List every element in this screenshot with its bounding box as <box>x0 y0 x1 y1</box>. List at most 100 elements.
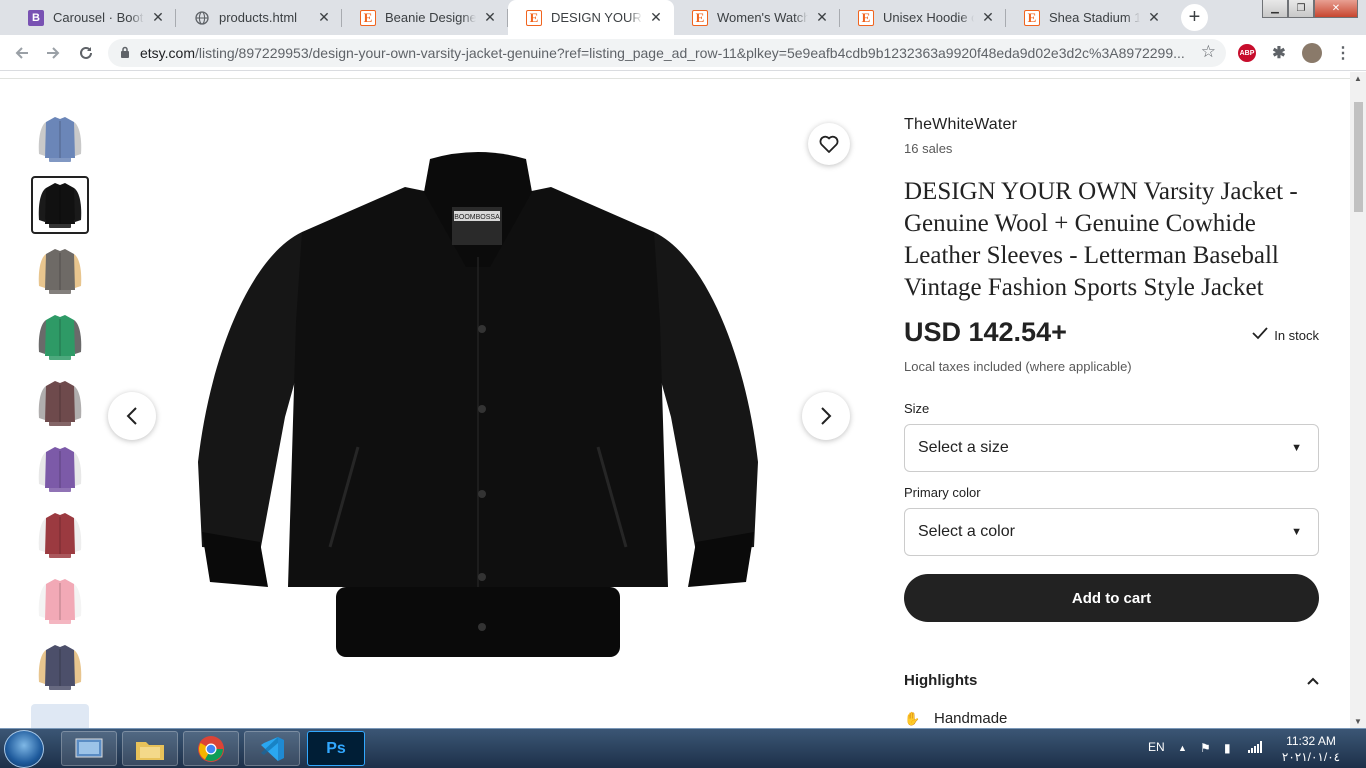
reload-button[interactable] <box>74 41 98 65</box>
tab-title: Carousel · Bootstrap <box>53 10 144 25</box>
tab-title: Shea Stadium 1964 <box>1049 10 1140 25</box>
tab-design-your-own[interactable]: E DESIGN YOUR OWN ✕ <box>508 0 674 35</box>
highlights-toggle[interactable]: Highlights <box>904 672 1319 689</box>
browser-tab-strip: B Carousel · Bootstrap ✕ products.html ✕… <box>0 0 1366 35</box>
tab-products-html[interactable]: products.html ✕ <box>176 0 342 35</box>
url-path: /listing/897229953/design-your-own-varsi… <box>194 45 1185 61</box>
heart-icon <box>819 135 839 153</box>
window-close-button[interactable]: ✕ <box>1314 0 1358 18</box>
sales-count: 16 sales <box>904 141 953 156</box>
close-tab-icon[interactable]: ✕ <box>150 9 166 26</box>
gallery-thumbnail[interactable] <box>31 638 89 696</box>
chevron-up-icon <box>1307 672 1319 689</box>
address-bar[interactable]: etsy.com /listing/897229953/design-your-… <box>108 39 1226 67</box>
etsy-icon: E <box>360 9 376 26</box>
vscode-icon[interactable] <box>244 731 300 766</box>
add-to-cart-button[interactable]: Add to cart <box>904 574 1319 622</box>
tab-carousel-bootstrap[interactable]: B Carousel · Bootstrap ✕ <box>10 0 176 35</box>
file-explorer-icon[interactable] <box>122 731 178 766</box>
highlights-heading: Highlights <box>904 672 978 689</box>
tab-title: products.html <box>219 10 298 25</box>
start-button[interactable] <box>4 730 44 768</box>
system-clock[interactable]: 11:32 AM ٢٠٢١/٠١/٠٤ <box>1280 733 1342 765</box>
chrome-menu-icon[interactable]: ⋮ <box>1334 44 1352 62</box>
etsy-icon: E <box>692 9 708 26</box>
hand-icon: ✋ <box>904 710 921 726</box>
gallery-thumbnail[interactable] <box>31 176 89 234</box>
highlight-item-handmade: ✋ Handmade <box>904 710 1007 727</box>
listing-title: DESIGN YOUR OWN Varsity Jacket - Genuine… <box>904 178 1298 301</box>
gallery-thumbnail[interactable] <box>31 506 89 564</box>
show-hidden-icons-arrow[interactable]: ▲ <box>1178 743 1187 753</box>
price: USD 142.54+ <box>904 317 1067 347</box>
action-center-flag-icon[interactable]: ⚑ <box>1200 741 1211 755</box>
size-select[interactable]: Select a size ▼ <box>904 424 1319 472</box>
etsy-icon: E <box>1024 9 1040 26</box>
checkmark-icon <box>1252 326 1268 344</box>
caret-down-icon: ▼ <box>1291 526 1302 538</box>
adblock-plus-icon[interactable]: ABP <box>1238 44 1256 62</box>
etsy-listing-page: BOOMBOSSA TheWhiteWater 16 sales DESIGN … <box>0 72 1366 728</box>
shop-name-link[interactable]: TheWhiteWater <box>904 116 1017 134</box>
etsy-icon: E <box>858 9 874 26</box>
highlight-text: Handmade <box>934 710 1008 727</box>
close-tab-icon[interactable]: ✕ <box>980 9 996 26</box>
chevron-left-icon <box>126 407 137 425</box>
maximize-button[interactable]: ❐ <box>1288 0 1314 18</box>
chevron-right-icon <box>821 407 832 425</box>
gallery-thumbnail[interactable] <box>31 110 89 168</box>
globe-icon <box>194 10 210 26</box>
network-signal-icon[interactable] <box>1248 741 1262 756</box>
page-scrollbar[interactable]: ▲ ▼ <box>1350 72 1366 728</box>
extensions-puzzle-icon[interactable]: ✱ <box>1270 44 1288 62</box>
color-select-value: Select a color <box>918 523 1015 540</box>
forward-button[interactable] <box>41 41 65 65</box>
back-button[interactable] <box>10 41 34 65</box>
bookmark-star-icon[interactable]: ☆ <box>1201 42 1216 62</box>
gallery-thumbnail-size-chart[interactable] <box>31 704 89 728</box>
photoshop-icon[interactable]: Ps <box>307 731 365 766</box>
scroll-down-arrow[interactable]: ▼ <box>1354 717 1362 726</box>
power-icon[interactable]: ▮ <box>1224 741 1231 755</box>
scrollbar-thumb[interactable] <box>1354 102 1363 212</box>
tab-unisex-hoodie[interactable]: E Unisex Hoodie con ✕ <box>840 0 1006 35</box>
close-tab-icon[interactable]: ✕ <box>648 9 664 26</box>
previous-image-button[interactable] <box>108 392 156 440</box>
gallery-thumbnail[interactable] <box>31 242 89 300</box>
input-language[interactable]: EN <box>1148 740 1165 754</box>
tab-title: DESIGN YOUR OWN <box>551 10 642 25</box>
tax-note: Local taxes included (where applicable) <box>904 359 1132 374</box>
stock-status: In stock <box>1252 326 1319 344</box>
clock-time: 11:32 AM <box>1286 734 1336 748</box>
tab-title: Beanie Designer W <box>385 10 476 25</box>
next-image-button[interactable] <box>802 392 850 440</box>
color-label: Primary color <box>904 485 981 500</box>
gallery-thumbnail[interactable] <box>31 572 89 630</box>
close-tab-icon[interactable]: ✕ <box>814 9 830 26</box>
profile-avatar[interactable] <box>1302 43 1322 63</box>
close-tab-icon[interactable]: ✕ <box>482 9 498 26</box>
stock-label: In stock <box>1274 327 1319 343</box>
bootstrap-icon: B <box>28 9 44 26</box>
new-tab-button[interactable]: + <box>1181 4 1208 31</box>
tab-title: Unisex Hoodie con <box>883 10 974 25</box>
tab-womens-watches[interactable]: E Women's Watches ✕ <box>674 0 840 35</box>
close-tab-icon[interactable]: ✕ <box>1146 9 1162 26</box>
size-select-value: Select a size <box>918 439 1009 456</box>
color-select[interactable]: Select a color ▼ <box>904 508 1319 556</box>
explorer-desktop-icon[interactable] <box>61 731 117 766</box>
gallery-thumbnail[interactable] <box>31 440 89 498</box>
chrome-icon[interactable] <box>183 731 239 766</box>
tab-beanie-designer[interactable]: E Beanie Designer W ✕ <box>342 0 508 35</box>
close-tab-icon[interactable]: ✕ <box>316 9 332 26</box>
minimize-button[interactable]: ▁ <box>1262 0 1288 18</box>
tab-shea-stadium[interactable]: E Shea Stadium 1964 ✕ <box>1006 0 1172 35</box>
gallery-thumbnail[interactable] <box>31 374 89 432</box>
size-label: Size <box>904 401 930 416</box>
gallery-thumbnail[interactable] <box>31 308 89 366</box>
favorite-button[interactable] <box>808 123 850 165</box>
url-host: etsy.com <box>140 45 195 61</box>
scroll-up-arrow[interactable]: ▲ <box>1354 74 1362 83</box>
windows-taskbar: Ps EN ▲ ⚑ ▮ 11:32 AM ٢٠٢١/٠١/٠٤ <box>0 728 1366 768</box>
browser-toolbar: etsy.com /listing/897229953/design-your-… <box>0 35 1366 71</box>
